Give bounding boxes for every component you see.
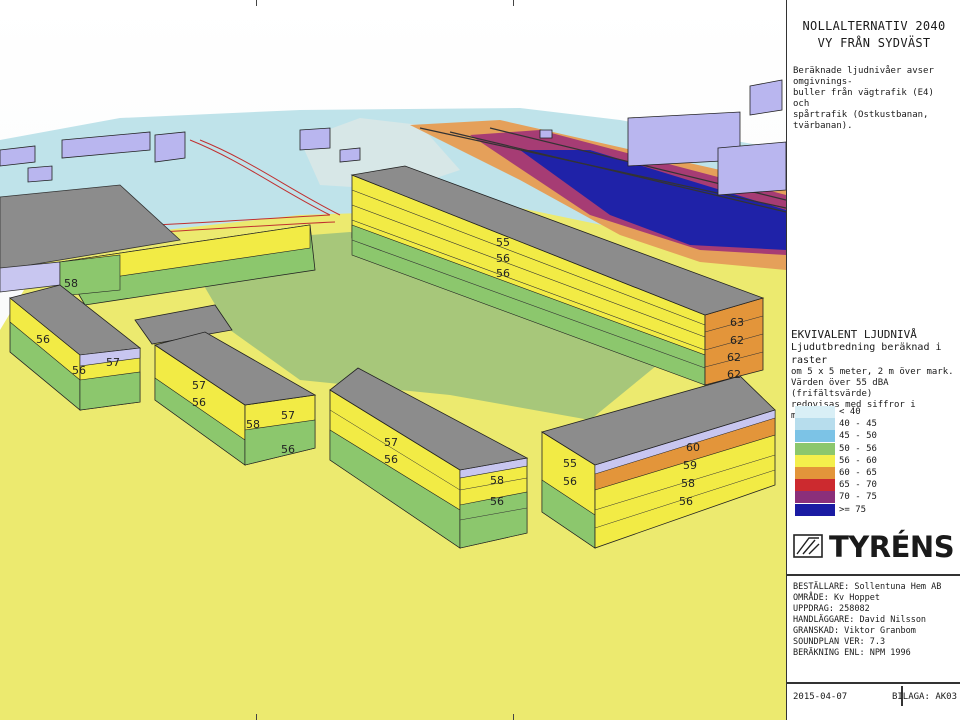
legend-swatch: [795, 467, 835, 479]
legend-class-label: 40 - 45: [839, 419, 877, 430]
marker-right-corner-4: 56: [679, 495, 693, 508]
legend-swatch: [795, 454, 835, 467]
project-info: BESTÄLLARE: Sollentuna Hem AB OMRÅDE: Kv…: [787, 582, 960, 659]
legend-swatch: [795, 418, 835, 431]
frame-tick: [513, 0, 514, 6]
legend-class-label: >= 75: [839, 504, 867, 515]
company-logo: TYRÉNS: [787, 528, 960, 564]
info-omrade: OMRÅDE: Kv Hoppet: [793, 593, 880, 603]
marker-orange-3: 62: [727, 351, 741, 364]
marker-back-3: 56: [496, 267, 510, 280]
marker-midleft-1: 57: [192, 379, 206, 392]
marker-center-corner-1: 58: [490, 474, 504, 487]
footer-date: 2015-04-07: [793, 692, 848, 702]
frame-tick: [256, 0, 257, 6]
legend-class-row: 60 - 65: [795, 467, 955, 479]
legend-swatch: [795, 442, 835, 455]
legend-class-row: 70 - 75: [795, 491, 955, 504]
marker-midleft-2: 56: [192, 396, 206, 409]
marker-center-2: 56: [384, 453, 398, 466]
legend-class-row: 45 - 50: [795, 430, 955, 443]
marker-left-side: 56: [36, 333, 50, 346]
legend-class-label: 60 - 65: [839, 468, 877, 478]
marker-right-corner-2: 59: [683, 459, 697, 472]
legend-class-label: < 40: [839, 407, 861, 417]
legend-text-2: Värden över 55 dBA (frifältsvärde): [791, 378, 889, 399]
description-line-3: spårtrafik (Ostkustbanan, tvärbanan).: [793, 110, 929, 131]
divider: [787, 682, 960, 684]
marker-center-1: 57: [384, 436, 398, 449]
legend-subheading: Ljudutbredning beräknad i raster: [791, 342, 942, 366]
footer: 2015-04-07 BILAGA: AK03: [787, 686, 960, 706]
legend-heading: EKVIVALENT LJUDNIVÅ: [791, 328, 917, 341]
logo-text: TYRÉNS: [829, 530, 955, 564]
legend-class-label: 50 - 56: [839, 443, 877, 454]
marker-right-2: 56: [563, 475, 577, 488]
info-granskad: GRANSKAD: Viktor Granbom: [793, 626, 916, 636]
marker-orange-2: 62: [730, 334, 744, 347]
plan-title: NOLLALTERNATIV 2040 VY FRÅN SYDVÄST: [787, 18, 960, 52]
marker-back-1: 55: [496, 236, 510, 249]
info-bestallare: BESTÄLLARE: Sollentuna Hem AB: [793, 582, 942, 592]
marker-back-2: 56: [496, 252, 510, 265]
legend-class-label: 70 - 75: [839, 492, 877, 503]
legend-swatch: [795, 479, 835, 492]
description-line-1: Beräknade ljudnivåer avser omgivnings-: [793, 66, 934, 87]
marker-center-corner-2: 56: [490, 495, 504, 508]
legend-swatch: [795, 406, 835, 418]
noise-map-3d: 55 56 56 63 62 62 62 58 56 56 57 57 56 5…: [0, 0, 786, 720]
footer-bilaga: BILAGA: AK03: [891, 692, 957, 702]
marker-left-2: 57: [106, 356, 120, 369]
info-uppdrag: UPPDRAG: 258082: [793, 604, 870, 614]
legend-class-row: 40 - 45: [795, 418, 955, 431]
legend-swatch: [795, 491, 835, 504]
marker-midleft-corner-1: 58: [246, 418, 260, 431]
marker-right-corner-3: 58: [681, 477, 695, 490]
legend-class-row: 50 - 56: [795, 442, 955, 455]
marker-orange-1: 63: [730, 316, 744, 329]
map-view: 55 56 56 63 62 62 62 58 56 56 57 57 56 5…: [0, 0, 786, 720]
description-line-2: buller från vägtrafik (E4) och: [793, 88, 934, 109]
info-handlaggare: HANDLÄGGARE: David Nilsson: [793, 615, 927, 625]
legend-class-label: 45 - 50: [839, 431, 877, 442]
divider: [787, 574, 960, 576]
legend-swatch: [795, 430, 835, 443]
info-soundplan: SOUNDPLAN VER: 7.3: [793, 637, 886, 647]
legend-class-row: >= 75: [795, 503, 955, 516]
frame-tick: [513, 714, 514, 720]
tyrens-logo-icon: [793, 534, 823, 558]
legend-class-label: 65 - 70: [839, 480, 877, 491]
description: Beräknade ljudnivåer avser omgivnings- b…: [787, 66, 960, 132]
marker-topleft-edge: 58: [64, 277, 78, 290]
legend-class-row: 56 - 60: [795, 454, 955, 467]
legend-class-row: < 40: [795, 406, 955, 418]
legend-text-1: om 5 x 5 meter, 2 m över mark.: [791, 367, 954, 377]
marker-right-corner-1: 60: [686, 441, 700, 454]
legend-class-row: 65 - 70: [795, 479, 955, 492]
marker-left-1: 56: [72, 364, 86, 377]
info-berakning: BERÄKNING ENL: NPM 1996: [793, 648, 911, 658]
marker-midleft-corner-2: 57: [281, 409, 295, 422]
marker-right-1: 55: [563, 457, 577, 470]
legend-class-label: 56 - 60: [839, 455, 877, 466]
title-line-2: VY FRÅN SYDVÄST: [817, 36, 931, 50]
title-line-1: NOLLALTERNATIV 2040: [802, 19, 946, 33]
marker-midleft-corner-3: 56: [281, 443, 295, 456]
marker-orange-4: 62: [727, 368, 741, 381]
legend-swatch: [795, 503, 835, 516]
info-panel: NOLLALTERNATIV 2040 VY FRÅN SYDVÄST Berä…: [786, 0, 960, 720]
frame-tick: [256, 714, 257, 720]
